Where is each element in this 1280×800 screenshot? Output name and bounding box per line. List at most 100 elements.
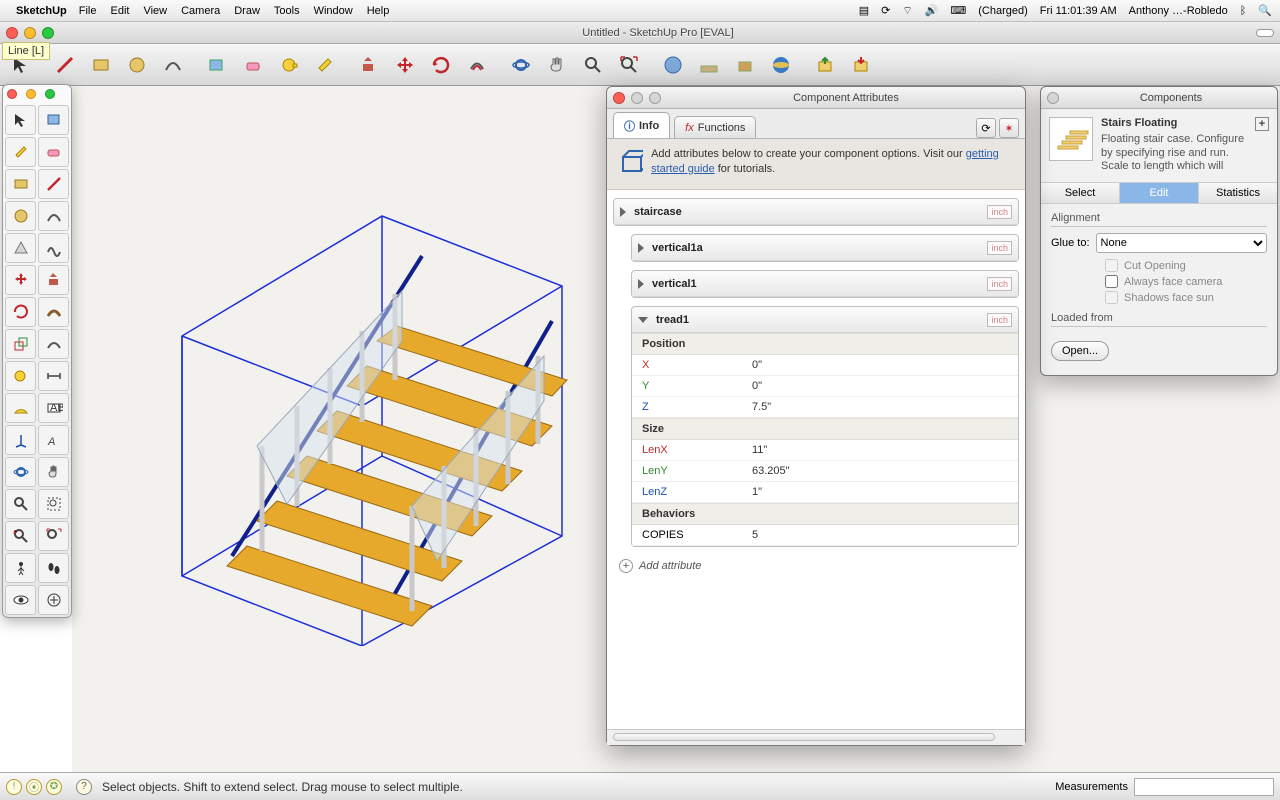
toolbox-close-icon[interactable] — [7, 89, 17, 99]
attr-leny-value[interactable]: 63.205" — [742, 461, 1018, 481]
tab-statistics[interactable]: Statistics — [1199, 183, 1277, 203]
dimension-tool-lg[interactable] — [38, 361, 69, 391]
group-vertical1a[interactable]: vertical1ainch — [631, 234, 1019, 262]
eraser-tool[interactable] — [236, 48, 270, 82]
import-tool[interactable] — [844, 48, 878, 82]
pushpull-tool[interactable] — [352, 48, 386, 82]
rotate-tool[interactable] — [424, 48, 458, 82]
freehand-tool-lg[interactable] — [38, 233, 69, 263]
menu-edit[interactable]: Edit — [110, 5, 129, 17]
followme-tool-lg[interactable] — [38, 297, 69, 327]
cut-opening-checkbox[interactable]: Cut Opening — [1105, 259, 1267, 272]
wifi-icon[interactable]: ⌔ — [902, 4, 912, 18]
tab-info[interactable]: ⓘInfo — [613, 112, 670, 138]
tape-tool-lg[interactable] — [5, 361, 36, 391]
battery-status[interactable]: (Charged) — [978, 5, 1028, 17]
tab-edit[interactable]: Edit — [1120, 183, 1199, 203]
tape-tool[interactable] — [272, 48, 306, 82]
offset-tool-lg[interactable] — [38, 329, 69, 359]
menu-file[interactable]: File — [79, 5, 97, 17]
add-attribute-button[interactable]: +Add attribute — [613, 555, 1019, 577]
tab-select[interactable]: Select — [1041, 183, 1120, 203]
pushpull-tool-lg[interactable] — [38, 265, 69, 295]
zoom-tool[interactable] — [576, 48, 610, 82]
move-tool[interactable] — [388, 48, 422, 82]
get-location-tool[interactable] — [656, 48, 690, 82]
export-tool[interactable] — [808, 48, 842, 82]
toolbox-zoom-icon[interactable] — [45, 89, 55, 99]
panel-zoom-icon[interactable] — [649, 92, 661, 104]
glue-select[interactable]: None — [1096, 233, 1267, 253]
credits-icon[interactable]: ✪ — [46, 779, 62, 795]
zoom-window-tool-lg[interactable] — [38, 489, 69, 519]
clock[interactable]: Fri 11:01:39 AM — [1040, 5, 1117, 17]
zoom-extents-tool-lg[interactable] — [38, 521, 69, 551]
zoom-icon[interactable] — [42, 27, 54, 39]
circle-tool[interactable] — [120, 48, 154, 82]
select-tool-lg[interactable] — [5, 105, 36, 135]
arc-tool[interactable] — [156, 48, 190, 82]
polygon-tool-lg[interactable] — [5, 233, 36, 263]
3d-warehouse-tool[interactable] — [728, 48, 762, 82]
walk-tool-lg[interactable] — [38, 553, 69, 583]
sync-icon[interactable]: ⟳ — [881, 4, 890, 17]
lang-icon[interactable]: ⌨︎ — [950, 4, 966, 17]
menu-window[interactable]: Window — [314, 5, 353, 17]
user-menu[interactable]: Anthony …-Robledo — [1129, 5, 1228, 17]
orbit-tool[interactable] — [504, 48, 538, 82]
paint-tool-lg[interactable] — [5, 137, 36, 167]
3dtext-tool-lg[interactable]: A — [38, 425, 69, 455]
rectangle-tool[interactable] — [84, 48, 118, 82]
menu-view[interactable]: View — [143, 5, 167, 17]
app-name[interactable]: SketchUp — [16, 5, 67, 17]
volume-icon[interactable]: 🔊 — [925, 4, 939, 17]
help-icon[interactable]: ? — [76, 779, 92, 795]
status-icon[interactable]: ! — [6, 779, 22, 795]
pan-tool-lg[interactable] — [38, 457, 69, 487]
look-around-tool-lg[interactable] — [5, 585, 36, 615]
orbit-tool-lg[interactable] — [5, 457, 36, 487]
line-tool[interactable] — [48, 48, 82, 82]
menu-camera[interactable]: Camera — [181, 5, 220, 17]
google-earth-tool[interactable] — [764, 48, 798, 82]
geo-icon[interactable]: ⦿ — [26, 779, 42, 795]
attr-z-value[interactable]: 7.5" — [742, 397, 1018, 417]
panel-scrollbar[interactable] — [607, 729, 1025, 745]
pan-tool[interactable] — [540, 48, 574, 82]
attr-lenz-value[interactable]: 1" — [742, 482, 1018, 502]
proxy-icon[interactable] — [1256, 29, 1274, 37]
attr-copies-value[interactable]: 5 — [742, 525, 1018, 545]
rotate-tool-lg[interactable] — [5, 297, 36, 327]
open-button[interactable]: Open... — [1051, 341, 1109, 361]
move-tool-lg[interactable] — [5, 265, 36, 295]
menu-draw[interactable]: Draw — [234, 5, 260, 17]
tab-functions[interactable]: fxFunctions — [674, 116, 756, 138]
close-icon[interactable] — [6, 27, 18, 39]
minimize-icon[interactable] — [24, 27, 36, 39]
zoom-tool-lg[interactable] — [5, 489, 36, 519]
refresh-button[interactable]: ⟳ — [976, 118, 996, 138]
scale-tool-lg[interactable] — [5, 329, 36, 359]
make-component-tool[interactable] — [200, 48, 234, 82]
line-tool-lg[interactable] — [38, 169, 69, 199]
toggle-terrain-tool[interactable] — [692, 48, 726, 82]
expand-button[interactable]: + — [1255, 117, 1269, 131]
position-camera-tool-lg[interactable] — [5, 553, 36, 583]
previous-tool-lg[interactable] — [5, 521, 36, 551]
panel-min-icon[interactable] — [631, 92, 643, 104]
group-staircase[interactable]: staircaseinch — [613, 198, 1019, 226]
menu-help[interactable]: Help — [367, 5, 390, 17]
attr-lenx-value[interactable]: 11" — [742, 440, 1018, 460]
text-tool-lg[interactable]: ABC — [38, 393, 69, 423]
protractor-tool-lg[interactable] — [5, 393, 36, 423]
panel-close-icon[interactable] — [613, 92, 625, 104]
paint-tool[interactable] — [308, 48, 342, 82]
spotlight-icon[interactable]: 🔍 — [1258, 4, 1272, 17]
bluetooth-icon[interactable]: ᛒ — [1240, 5, 1247, 17]
menu-tools[interactable]: Tools — [274, 5, 300, 17]
group-vertical1[interactable]: vertical1inch — [631, 270, 1019, 298]
attr-y-value[interactable]: 0" — [742, 376, 1018, 396]
face-camera-checkbox[interactable]: Always face camera — [1105, 275, 1267, 288]
section-tool-lg[interactable] — [38, 585, 69, 615]
inspector-close-icon[interactable] — [1047, 92, 1059, 104]
